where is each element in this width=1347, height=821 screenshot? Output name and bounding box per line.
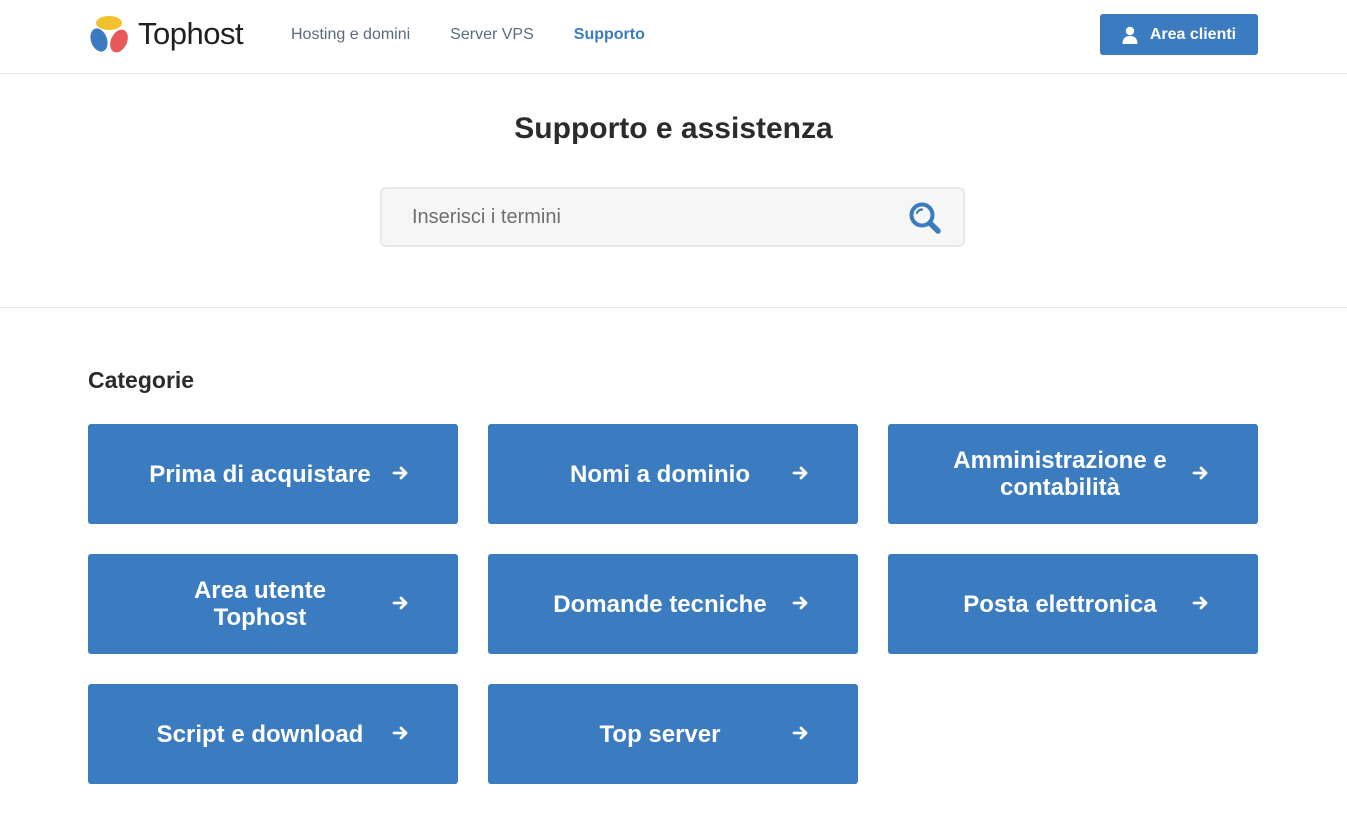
- arrow-right-icon: [392, 466, 408, 480]
- nav-hosting-e-domini[interactable]: Hosting e domini: [291, 26, 410, 44]
- nav-supporto[interactable]: Supporto: [574, 26, 645, 44]
- arrow-right-icon: [1192, 596, 1208, 610]
- tophost-logo[interactable]: Tophost: [88, 12, 244, 56]
- category-label: Nomi a dominio: [570, 460, 750, 488]
- arrow-right-icon: [792, 726, 808, 740]
- hero-section: Supporto e assistenza: [0, 74, 1347, 308]
- category-domande-tecniche[interactable]: Domande tecniche: [488, 554, 858, 654]
- category-amministrazione-e-contabilita[interactable]: Amministrazione e contabilità: [888, 424, 1258, 524]
- category-posta-elettronica[interactable]: Posta elettronica: [888, 554, 1258, 654]
- user-icon: [1122, 26, 1138, 44]
- arrow-right-icon: [392, 726, 408, 740]
- category-label: Top server: [599, 720, 721, 748]
- page-title: Supporto e assistenza: [514, 112, 833, 145]
- category-nomi-a-dominio[interactable]: Nomi a dominio: [488, 424, 858, 524]
- arrow-right-icon: [1192, 466, 1208, 480]
- category-prima-di-acquistare[interactable]: Prima di acquistare: [88, 424, 458, 524]
- category-label: Prima di acquistare: [149, 460, 371, 488]
- category-area-utente-tophost[interactable]: Area utente Tophost: [88, 554, 458, 654]
- category-label: Area utente Tophost: [193, 577, 327, 631]
- arrow-right-icon: [792, 596, 808, 610]
- category-label: Amministrazione e contabilità: [953, 447, 1167, 501]
- tophost-logo-icon: [90, 16, 128, 53]
- category-label: Script e download: [156, 720, 364, 748]
- logo-wordmark: Tophost: [138, 16, 244, 51]
- category-label: Posta elettronica: [963, 590, 1157, 618]
- site-header: Tophost Hosting e domini Server VPS Supp…: [0, 0, 1347, 74]
- area-clienti-button[interactable]: Area clienti: [1100, 14, 1258, 55]
- main-nav: Hosting e domini Server VPS Supporto: [291, 0, 685, 70]
- search-button[interactable]: [908, 201, 942, 235]
- search-input[interactable]: [412, 189, 892, 245]
- search-box: [380, 187, 965, 247]
- area-clienti-label: Area clienti: [1149, 25, 1237, 43]
- search-icon: [909, 202, 941, 234]
- nav-server-vps[interactable]: Server VPS: [450, 26, 534, 44]
- category-top-server[interactable]: Top server: [488, 684, 858, 784]
- arrow-right-icon: [392, 596, 408, 610]
- category-label: Domande tecniche: [553, 590, 767, 618]
- category-script-e-download[interactable]: Script e download: [88, 684, 458, 784]
- categories-heading: Categorie: [88, 367, 195, 393]
- arrow-right-icon: [792, 466, 808, 480]
